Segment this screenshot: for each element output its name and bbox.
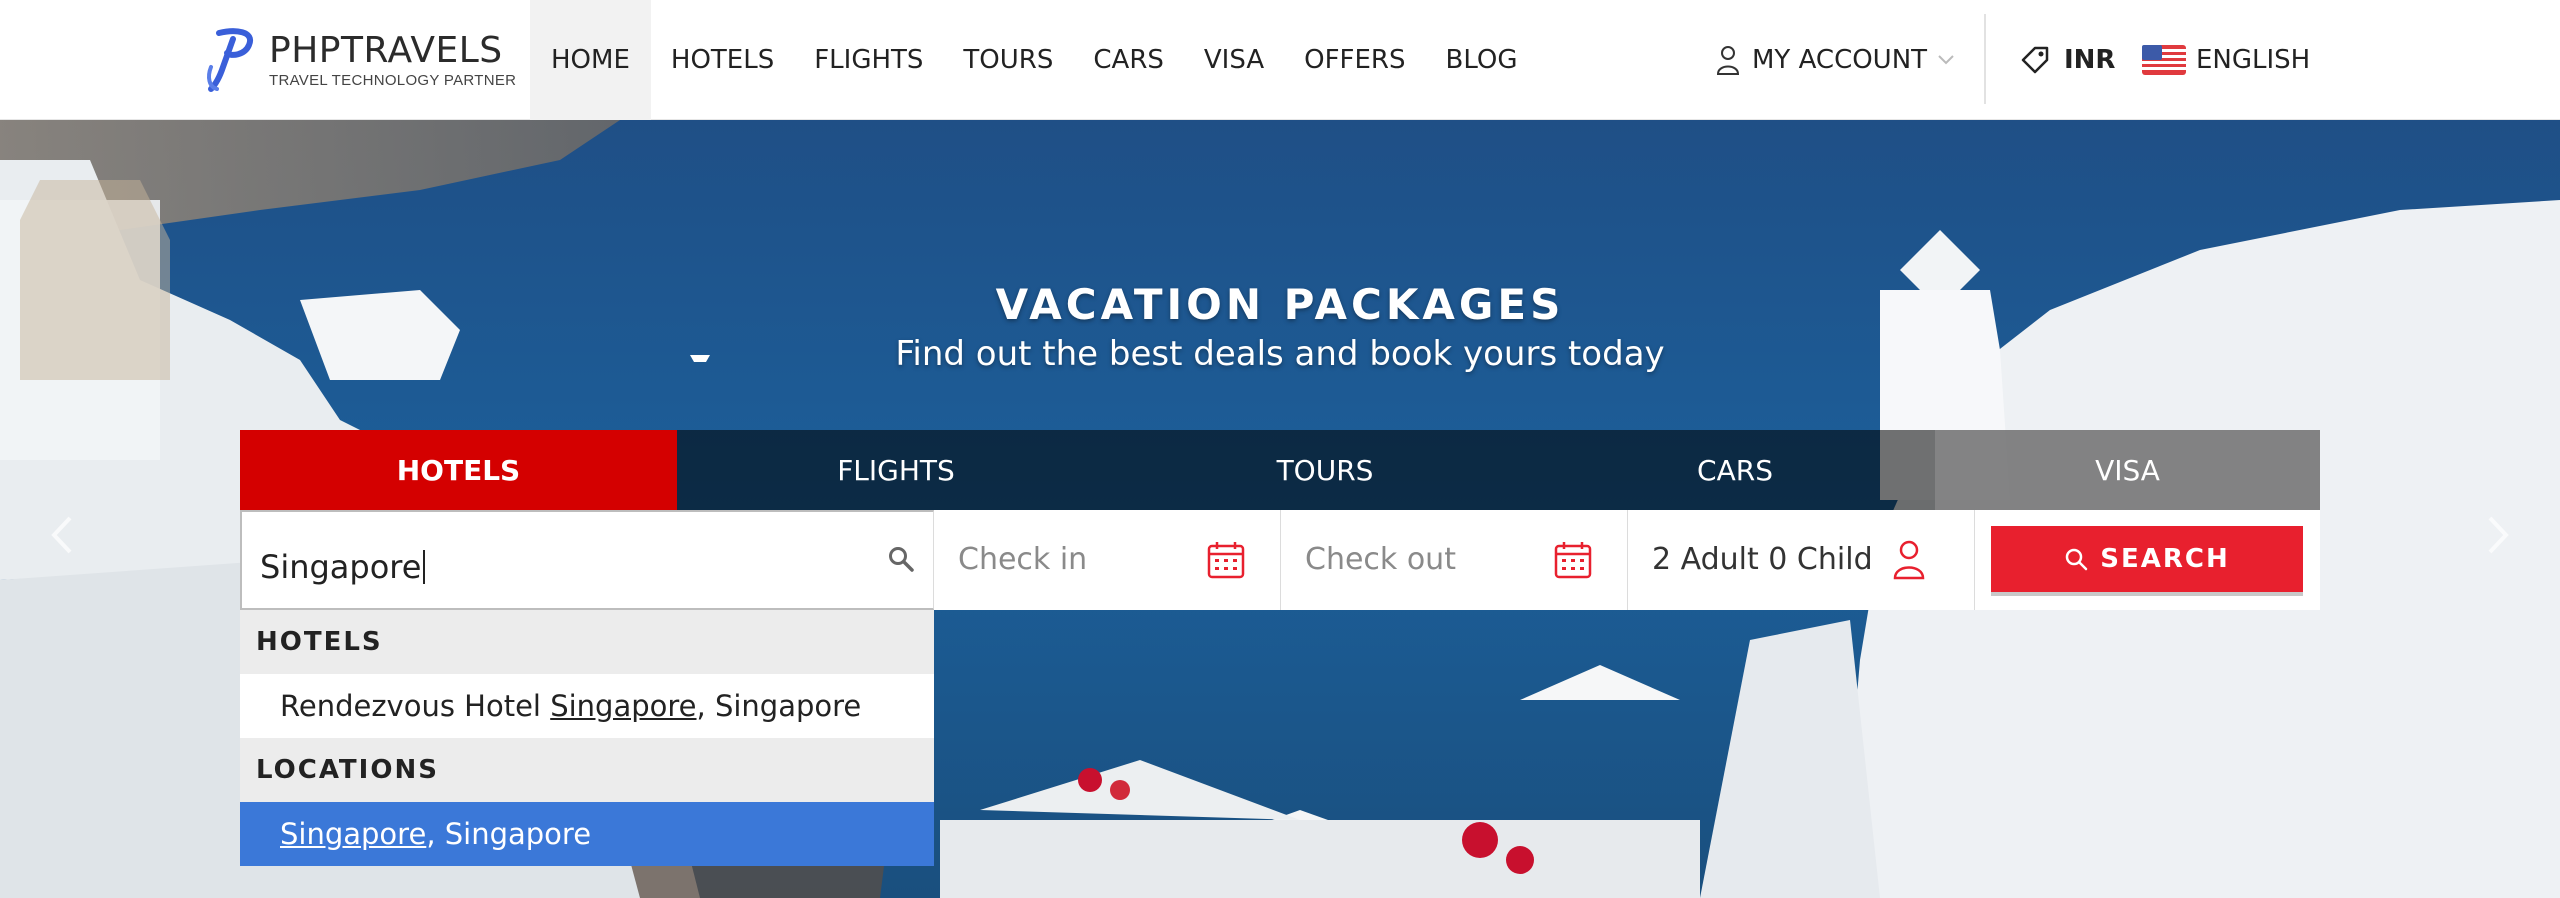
autocomplete-group-heading: HOTELS [240,610,934,674]
calendar-icon[interactable] [1206,540,1246,580]
nav-offers[interactable]: OFFERS [1284,0,1425,120]
autocomplete-option-selected[interactable]: Singapore, Singapore [240,802,934,866]
chevron-right-icon[interactable] [2478,510,2518,560]
option-suffix: , Singapore [696,689,862,723]
user-icon [1893,540,1925,580]
destination-value: Singapore [260,548,422,586]
chevron-left-icon[interactable] [42,510,82,560]
us-flag-icon [2142,45,2186,75]
option-suffix: , Singapore [426,817,592,851]
search-button-label: SEARCH [2100,544,2230,574]
checkout-field[interactable]: Check out [1281,510,1628,610]
brand-tagline: TRAVEL TECHNOLOGY PARTNER [269,71,517,89]
search-icon [2066,548,2088,571]
tab-hotels[interactable]: HOTELS [240,430,677,510]
search-tabs: HOTELS FLIGHTS TOURS CARS VISA [240,430,2320,510]
calendar-icon[interactable] [1553,540,1593,580]
currency-label: INR [2064,45,2116,75]
nav-blog[interactable]: BLOG [1426,0,1538,120]
nav-cars[interactable]: CARS [1073,0,1184,120]
main-nav: HOME HOTELS FLIGHTS TOURS CARS VISA OFFE… [530,0,1538,120]
search-button-cell: SEARCH [1975,510,2320,610]
destination-input[interactable]: Singapore [240,510,934,610]
tab-tours[interactable]: TOURS [1115,430,1535,510]
top-navigation-bar: PHPTRAVELS TRAVEL TECHNOLOGY PARTNER HOM… [0,0,2560,120]
hero-subtitle: Find out the best deals and book yours t… [895,334,1665,374]
tab-visa[interactable]: VISA [1935,430,2320,510]
user-icon [1716,46,1740,75]
tab-flights[interactable]: FLIGHTS [677,430,1115,510]
checkout-placeholder: Check out [1305,542,1456,577]
nav-visa[interactable]: VISA [1184,0,1284,120]
ticket-icon [2021,46,2049,74]
brand-logo[interactable]: PHPTRAVELS TRAVEL TECHNOLOGY PARTNER [205,26,516,94]
currency-selector[interactable]: INR [2020,0,2115,120]
search-icon [889,547,914,572]
language-selector[interactable]: ENGLISH [2142,0,2310,120]
search-button[interactable]: SEARCH [1991,526,2303,596]
brand-name: PHPTRAVELS [269,29,503,71]
guests-value: 2 Adult 0 Child [1652,542,1873,577]
checkin-placeholder: Check in [958,542,1088,577]
destination-value-wrap: Singapore [260,548,426,586]
tab-cars[interactable]: CARS [1535,430,1935,510]
nav-home[interactable]: HOME [530,0,651,120]
logo-icon [207,28,254,92]
my-account-dropdown[interactable]: MY ACCOUNT [1716,0,1955,120]
chevron-down-icon [1938,55,1954,65]
hotel-search-form: Singapore Check in Check out 2 Adult 0 C… [240,510,2320,610]
option-prefix: Rendezvous Hotel [280,689,551,723]
nav-flights[interactable]: FLIGHTS [794,0,943,120]
language-label: ENGLISH [2196,45,2311,75]
option-match: Singapore [550,689,697,723]
hero-title: VACATION PACKAGES [995,280,1565,329]
hero-banner: VACATION PACKAGES Find out the best deal… [0,120,2560,898]
autocomplete-dropdown: HOTELS Rendezvous Hotel Singapore, Singa… [240,610,934,866]
nav-tours[interactable]: TOURS [943,0,1073,120]
checkin-field[interactable]: Check in [934,510,1281,610]
autocomplete-option[interactable]: Rendezvous Hotel Singapore, Singapore [240,674,934,738]
option-match: Singapore [280,817,427,851]
nav-hotels[interactable]: HOTELS [651,0,794,120]
header-divider [1984,14,1986,104]
guests-field[interactable]: 2 Adult 0 Child [1628,510,1975,610]
text-caret [423,550,426,584]
autocomplete-group-heading: LOCATIONS [240,738,934,802]
my-account-label: MY ACCOUNT [1752,45,1928,75]
